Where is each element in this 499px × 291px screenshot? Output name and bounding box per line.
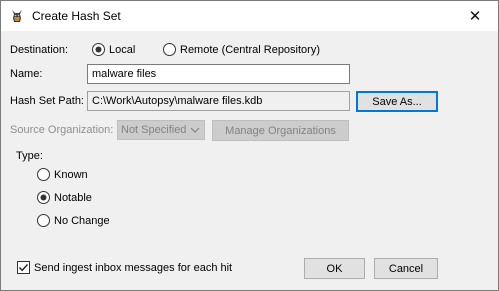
ok-button[interactable]: OK bbox=[304, 258, 365, 279]
source-organization-select[interactable]: Not Specified bbox=[117, 120, 205, 140]
destination-label: Destination: bbox=[10, 44, 69, 56]
save-as-button[interactable]: Save As... bbox=[356, 91, 438, 112]
type-known-radio[interactable] bbox=[37, 168, 50, 181]
window-title: Create Hash Set bbox=[32, 9, 121, 23]
manage-organizations-button[interactable]: Manage Organizations bbox=[212, 120, 349, 141]
title-bar: Create Hash Set ✕ bbox=[1, 1, 498, 31]
type-notable-radio[interactable] bbox=[37, 191, 50, 204]
destination-remote-radio[interactable] bbox=[163, 43, 176, 56]
hash-set-path-field[interactable]: C:\Work\Autopsy\malware files.kdb bbox=[87, 91, 350, 111]
chevron-down-icon bbox=[190, 127, 200, 133]
destination-remote-label[interactable]: Remote (Central Repository) bbox=[180, 44, 320, 56]
autopsy-dog-icon bbox=[12, 10, 22, 22]
hash-set-path-label: Hash Set Path: bbox=[10, 95, 84, 107]
name-field[interactable]: malware files bbox=[87, 64, 350, 84]
type-notable-label[interactable]: Notable bbox=[54, 192, 92, 204]
destination-local-radio[interactable] bbox=[92, 43, 105, 56]
source-organization-value: Not Specified bbox=[121, 124, 187, 136]
type-known-label[interactable]: Known bbox=[54, 169, 88, 181]
source-organization-label: Source Organization: bbox=[10, 124, 114, 136]
close-button[interactable]: ✕ bbox=[452, 1, 498, 31]
name-label: Name: bbox=[10, 68, 43, 80]
type-no-change-radio[interactable] bbox=[37, 214, 50, 227]
create-hash-set-dialog: Create Hash Set ✕ Destination: Local Rem… bbox=[0, 0, 499, 291]
type-no-change-label[interactable]: No Change bbox=[54, 215, 110, 227]
ingest-messages-label[interactable]: Send ingest inbox messages for each hit bbox=[34, 262, 232, 274]
destination-local-label[interactable]: Local bbox=[109, 44, 135, 56]
close-icon: ✕ bbox=[468, 8, 482, 25]
cancel-button[interactable]: Cancel bbox=[374, 258, 438, 279]
type-label: Type: bbox=[16, 150, 43, 162]
ingest-messages-checkbox[interactable] bbox=[17, 261, 30, 274]
